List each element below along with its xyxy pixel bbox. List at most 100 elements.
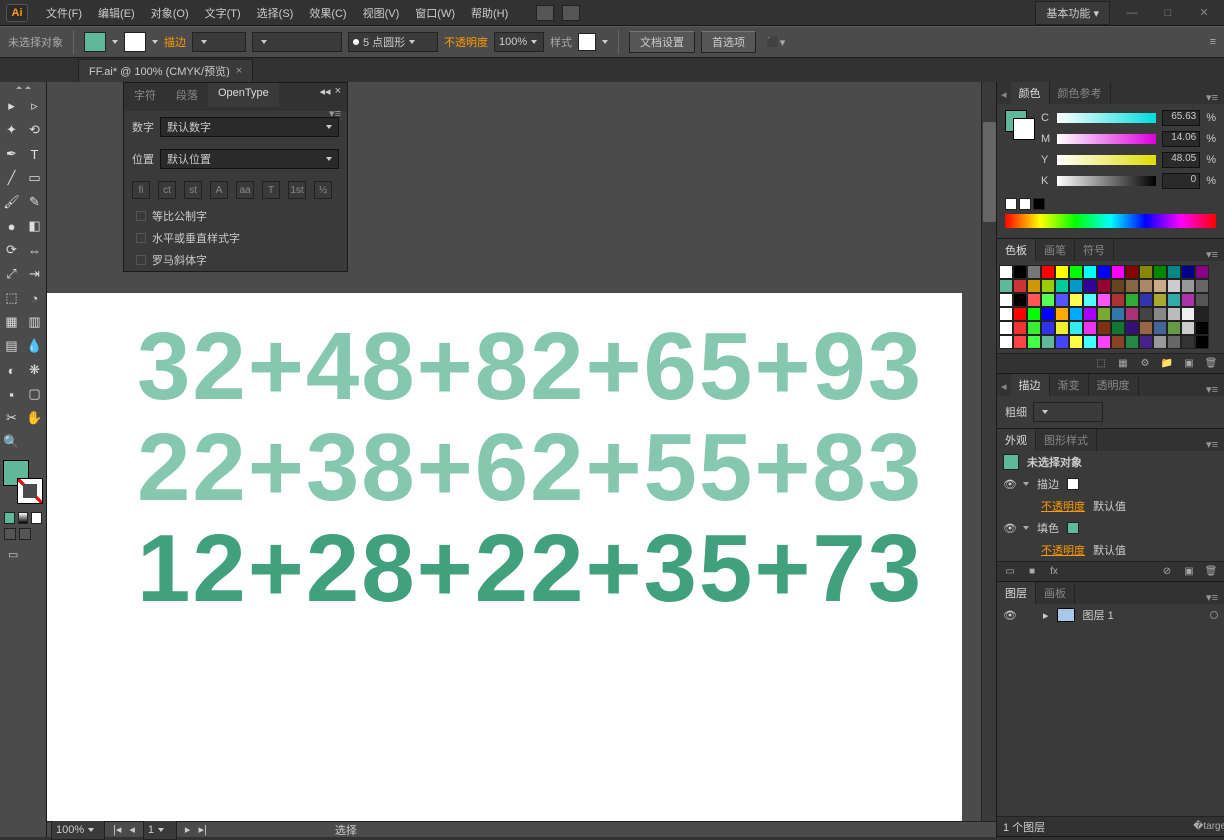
swatch[interactable] xyxy=(1083,279,1097,293)
pencil-tool[interactable]: ✎ xyxy=(23,190,46,214)
nav-first-icon[interactable]: |◂ xyxy=(113,823,121,836)
swatch[interactable] xyxy=(1083,335,1097,349)
delete-swatch-icon[interactable]: 🗑 xyxy=(1204,357,1218,371)
swatch[interactable] xyxy=(1167,321,1181,335)
swatch[interactable] xyxy=(1083,265,1097,279)
artboard-tool[interactable]: ▢ xyxy=(23,382,46,406)
swatch[interactable] xyxy=(1069,321,1083,335)
swatch[interactable] xyxy=(999,265,1013,279)
ot-fractions-icon[interactable]: ½ xyxy=(314,181,332,199)
color-tab[interactable]: 颜色 xyxy=(1011,82,1050,104)
swatch[interactable] xyxy=(1055,279,1069,293)
ot-ordinals-icon[interactable]: 1st xyxy=(288,181,306,199)
swatch[interactable] xyxy=(1041,293,1055,307)
swatch[interactable] xyxy=(1111,321,1125,335)
stroke-color-swatch[interactable] xyxy=(17,478,43,504)
menu-object[interactable]: 对象(O) xyxy=(143,5,197,21)
zoom-tool[interactable]: 🔍 xyxy=(0,430,23,454)
swatch[interactable] xyxy=(1111,279,1125,293)
eraser-tool[interactable]: ◧ xyxy=(23,214,46,238)
panel-menu-icon[interactable]: ▾≡ xyxy=(1200,591,1224,604)
swatch[interactable] xyxy=(1195,279,1209,293)
hand-tool[interactable]: ✋ xyxy=(23,406,46,430)
paintbrush-tool[interactable]: 🖌 xyxy=(0,190,23,214)
swatch[interactable] xyxy=(1013,293,1027,307)
panel-collapse-icon[interactable]: ◂ xyxy=(997,377,1011,396)
artboards-tab[interactable]: 画板 xyxy=(1036,582,1075,604)
document-tab[interactable]: FF.ai* @ 100% (CMYK/预览) × xyxy=(78,59,253,82)
stroke-row[interactable]: 👁 描边 xyxy=(997,473,1224,495)
ctrl-menu-icon[interactable]: ≡ xyxy=(1210,36,1216,48)
swatch[interactable] xyxy=(1027,265,1041,279)
close-icon[interactable]: ✕ xyxy=(1190,4,1218,22)
swatch[interactable] xyxy=(1181,307,1195,321)
add-effect-icon[interactable]: fx xyxy=(1047,565,1061,579)
swatch[interactable] xyxy=(1055,335,1069,349)
locate-icon[interactable]: �target xyxy=(1204,820,1218,834)
swatch[interactable] xyxy=(1069,307,1083,321)
fill-swatch[interactable] xyxy=(84,32,106,52)
swatch[interactable] xyxy=(1069,279,1083,293)
c-slider[interactable] xyxy=(1057,113,1156,123)
color-guide-tab[interactable]: 颜色参考 xyxy=(1050,82,1111,104)
swatch[interactable] xyxy=(999,293,1013,307)
swatch[interactable] xyxy=(1139,321,1153,335)
spectrum-bar[interactable] xyxy=(1005,214,1216,228)
swatch[interactable] xyxy=(1167,335,1181,349)
panel-collapse-icon[interactable]: ◂ xyxy=(997,85,1011,104)
selection-tool[interactable]: ▸ xyxy=(0,94,23,118)
new-swatch-icon[interactable]: ▣ xyxy=(1182,357,1196,371)
swatch[interactable] xyxy=(1153,265,1167,279)
add-stroke-icon[interactable]: ▭ xyxy=(1003,565,1017,579)
swatch[interactable] xyxy=(1097,279,1111,293)
fill-opacity-row[interactable]: 不透明度默认值 xyxy=(997,539,1224,561)
column-graph-tool[interactable]: ▪ xyxy=(0,382,23,406)
align-icon[interactable]: ⬛▾ xyxy=(766,36,785,49)
swatch[interactable] xyxy=(1041,265,1055,279)
rectangle-tool[interactable]: ▭ xyxy=(23,166,46,190)
ot-ligatures-icon[interactable]: fi xyxy=(132,181,150,199)
canvas-viewport[interactable]: 32+48+82+65+93 22+38+62+55+83 12+28+22+3… xyxy=(47,82,996,821)
swatch[interactable] xyxy=(999,335,1013,349)
swatch[interactable] xyxy=(1195,321,1209,335)
swatch[interactable] xyxy=(1027,307,1041,321)
swatch[interactable] xyxy=(1195,335,1209,349)
swatch[interactable] xyxy=(1195,307,1209,321)
swatch[interactable] xyxy=(1083,293,1097,307)
pen-tool[interactable]: ✒ xyxy=(0,142,23,166)
opentype-tab[interactable]: OpenType xyxy=(208,83,279,107)
swatch[interactable] xyxy=(1181,279,1195,293)
document-setup-button[interactable]: 文档设置 xyxy=(629,31,695,53)
scale-tool[interactable]: ⤢ xyxy=(0,262,23,286)
delete-icon[interactable]: 🗑 xyxy=(1204,565,1218,579)
swatch-options-icon[interactable]: ⚙ xyxy=(1138,357,1152,371)
swatch[interactable] xyxy=(1125,335,1139,349)
bridge-icon[interactable] xyxy=(536,5,554,21)
panel-menu-icon[interactable]: ▾≡ xyxy=(1200,438,1224,451)
swatch[interactable] xyxy=(1055,265,1069,279)
swatch[interactable] xyxy=(1041,321,1055,335)
none-swatch[interactable] xyxy=(1005,198,1017,210)
swatch[interactable] xyxy=(1153,307,1167,321)
stroke-label[interactable]: 描边 xyxy=(164,34,186,50)
swatch[interactable] xyxy=(1139,279,1153,293)
opacity-dd[interactable]: 100% xyxy=(494,32,544,52)
swatch[interactable] xyxy=(1153,335,1167,349)
swatches-grid[interactable] xyxy=(997,261,1224,353)
swatch[interactable] xyxy=(1097,265,1111,279)
swatch[interactable] xyxy=(1181,293,1195,307)
k-slider[interactable] xyxy=(1057,176,1156,186)
c-value[interactable]: 65.63 xyxy=(1162,110,1200,126)
panel-menu-icon[interactable]: ▾≡ xyxy=(1200,91,1224,104)
swatch[interactable] xyxy=(1111,335,1125,349)
swatch[interactable] xyxy=(1153,279,1167,293)
swatch[interactable] xyxy=(1139,335,1153,349)
y-value[interactable]: 48.05 xyxy=(1162,152,1200,168)
swatch[interactable] xyxy=(1027,293,1041,307)
swatch[interactable] xyxy=(1097,335,1111,349)
swatches-tab[interactable]: 色板 xyxy=(997,239,1036,261)
symbol-sprayer-tool[interactable]: ❋ xyxy=(23,358,46,382)
swatch[interactable] xyxy=(1083,307,1097,321)
swatch[interactable] xyxy=(1139,293,1153,307)
gradient-tool[interactable]: ▤ xyxy=(0,334,23,358)
